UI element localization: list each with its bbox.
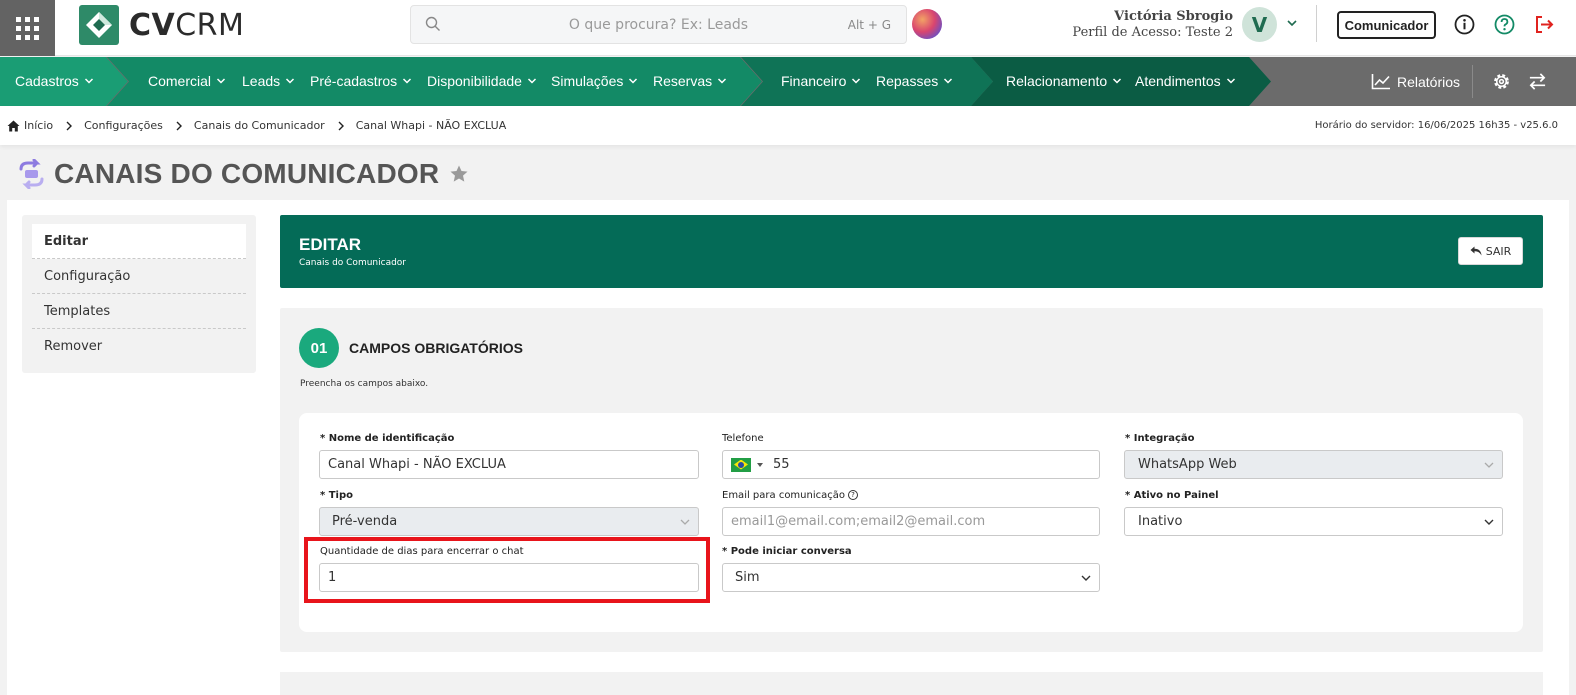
tipo-label: * Tipo [320, 490, 353, 501]
nav-relatorios[interactable]: Relatórios [1371, 73, 1460, 90]
side-menu-configuracao[interactable]: Configuração [32, 259, 246, 294]
chevron-right-icon [176, 121, 182, 130]
iniciar-select[interactable]: Sim [722, 563, 1100, 592]
integracao-label: * Integração [1125, 433, 1195, 444]
page-header: CANAIS DO COMUNICADOR [17, 158, 469, 190]
breadcrumb: Início Configurações Canais do Comunicad… [7, 119, 506, 132]
help-icon[interactable]: ? [848, 490, 858, 500]
brazil-flag-icon[interactable] [731, 457, 751, 472]
side-menu-remover[interactable]: Remover [32, 329, 246, 364]
nav-repasses[interactable]: Repasses [876, 73, 953, 89]
chevron-down-icon [1113, 78, 1122, 84]
nav-leads[interactable]: Leads [242, 73, 295, 89]
side-menu-editar[interactable]: Editar [32, 224, 246, 259]
breadcrumb-canais[interactable]: Canais do Comunicador [194, 119, 325, 132]
breadcrumb-current: Canal Whapi - NÃO EXCLUA [355, 119, 507, 132]
breadcrumb-bar: Início Configurações Canais do Comunicad… [0, 106, 1576, 145]
nav-financeiro[interactable]: Financeiro [781, 73, 861, 89]
telefone-input[interactable]: 55 [722, 450, 1100, 479]
chevron-down-icon [944, 78, 953, 84]
comunicador-button[interactable]: Comunicador [1337, 11, 1436, 39]
nome-input[interactable]: Canal Whapi - NÃO EXCLUA [319, 450, 699, 479]
section-number-badge: 01 [299, 328, 339, 368]
breadcrumb-inicio[interactable]: Início [24, 119, 53, 132]
next-section [280, 672, 1543, 695]
chevron-down-icon [629, 78, 638, 84]
caret-down-icon[interactable] [757, 462, 763, 467]
chevron-down-icon [852, 78, 861, 84]
telefone-label: Telefone [722, 433, 764, 444]
tipo-select[interactable]: Pré-venda [319, 507, 699, 536]
nav-relacionamento[interactable]: Relacionamento [1006, 73, 1122, 89]
email-input[interactable]: email1@email.com;email2@email.com [722, 507, 1100, 536]
swap-arrows-icon[interactable] [1528, 72, 1547, 91]
nav-comercial[interactable]: Comercial [148, 73, 226, 89]
nav-disponibilidade[interactable]: Disponibilidade [427, 73, 537, 89]
cvcrm-logo[interactable]: CVCRM [79, 5, 244, 45]
user-profile: Perfil de Acesso: Teste 2 [1072, 25, 1233, 40]
logo-brand-light: CRM [175, 7, 245, 43]
main-navigation: Cadastros Comercial Leads Pré-cadastros … [0, 57, 1576, 106]
chevron-down-icon [718, 78, 727, 84]
logo-brand-bold: CV [129, 7, 176, 43]
edit-header-subtitle: Canais do Comunicador [299, 258, 406, 268]
ativo-label: * Ativo no Painel [1125, 490, 1219, 501]
apps-grid-icon [16, 16, 39, 40]
reply-arrow-icon [1470, 246, 1482, 256]
nav-simulacoes[interactable]: Simulações [551, 73, 638, 89]
iniciar-label: * Pode iniciar conversa [722, 546, 852, 557]
search-placeholder: O que procura? Ex: Leads [568, 17, 749, 33]
favorite-star-icon[interactable] [449, 164, 469, 184]
chevron-down-icon [1081, 575, 1091, 581]
info-icon[interactable] [1454, 14, 1475, 35]
nav-cadastros[interactable]: Cadastros [15, 73, 94, 89]
chevron-down-icon [286, 78, 295, 84]
sync-channels-icon [19, 159, 44, 189]
chevron-down-icon [1484, 519, 1494, 525]
global-search[interactable]: O que procura? Ex: Leads Alt + G [410, 5, 907, 44]
help-icon[interactable] [1494, 14, 1515, 35]
chevron-down-icon [403, 78, 412, 84]
apps-grid-button[interactable] [0, 0, 55, 56]
user-info[interactable]: Victória Sbrogio Perfil de Acesso: Teste… [1072, 9, 1233, 40]
chevron-right-icon [338, 121, 344, 130]
topbar-divider [1316, 5, 1317, 42]
chevron-down-icon [1226, 78, 1235, 84]
side-menu-templates[interactable]: Templates [32, 294, 246, 329]
chevron-down-icon [680, 519, 690, 525]
user-name: Victória Sbrogio [1114, 9, 1233, 24]
nav-reservas[interactable]: Reservas [653, 73, 727, 89]
edit-header-title: EDITAR [299, 235, 362, 254]
integracao-select[interactable]: WhatsApp Web [1124, 450, 1503, 479]
avatar[interactable]: V [1242, 7, 1277, 42]
page-title: CANAIS DO COMUNICADOR [54, 158, 440, 189]
edit-header: EDITAR Canais do Comunicador [280, 215, 1543, 288]
chevron-down-icon [527, 78, 536, 84]
logout-icon[interactable] [1534, 14, 1555, 35]
exit-button[interactable]: SAIR [1458, 237, 1523, 265]
section-title: CAMPOS OBRIGATÓRIOS [349, 340, 523, 356]
nav-pre-cadastros[interactable]: Pré-cadastros [310, 73, 412, 89]
search-shortcut: Alt + G [847, 18, 891, 32]
chevron-down-icon [1484, 462, 1494, 468]
gear-icon[interactable] [1492, 72, 1511, 91]
home-icon [7, 120, 20, 131]
section-description: Preencha os campos abaixo. [300, 379, 429, 389]
highlight-box [304, 537, 710, 603]
chevron-down-icon [84, 78, 93, 84]
nav-atendimentos[interactable]: Atendimentos [1135, 73, 1236, 89]
nome-label: * Nome de identificação [320, 433, 455, 444]
chevron-down-icon [216, 78, 226, 84]
email-label: Email para comunicação? [722, 490, 858, 501]
server-time: Horário do servidor: 16/06/2025 16h35 - … [1314, 120, 1558, 131]
ativo-select[interactable]: Inativo [1124, 507, 1503, 536]
side-menu: Editar Configuração Templates Remover [22, 215, 256, 373]
chevron-right-icon [66, 121, 73, 130]
chart-line-icon [1371, 74, 1390, 90]
chevron-down-icon[interactable] [1286, 17, 1298, 29]
ai-assistant-orb-icon[interactable] [912, 9, 942, 39]
top-bar: CVCRM O que procura? Ex: Leads Alt + G V… [0, 0, 1576, 56]
breadcrumb-configuracoes[interactable]: Configurações [84, 119, 163, 132]
cvcrm-logo-icon [79, 5, 119, 45]
